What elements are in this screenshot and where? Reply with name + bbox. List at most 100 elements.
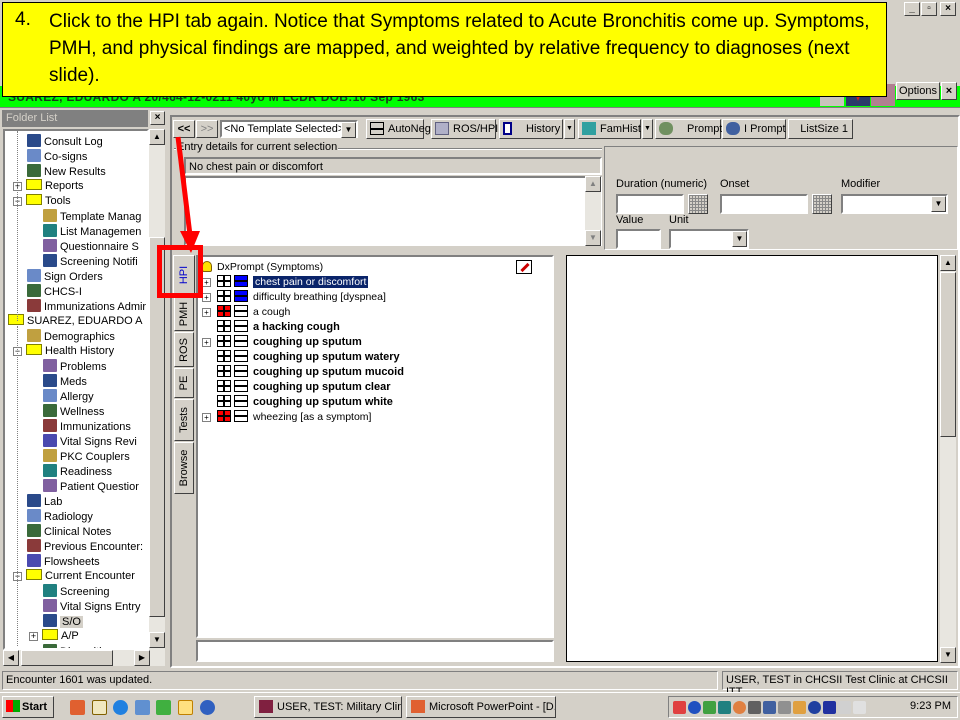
positive-finding-toggle[interactable] bbox=[217, 410, 231, 422]
folder-item-immunizations[interactable]: Immunizations bbox=[43, 419, 131, 434]
ros-hpi-button[interactable]: ROS/HPI bbox=[431, 119, 498, 139]
folder-item-patient-questior[interactable]: Patient Questior bbox=[43, 479, 139, 494]
folder-item-new-results[interactable]: New Results bbox=[27, 164, 106, 179]
dx-symptom-row[interactable]: a hacking cough bbox=[202, 320, 340, 335]
dxprompt-root[interactable]: DxPrompt (Symptoms) bbox=[202, 260, 323, 275]
positive-finding-toggle[interactable] bbox=[217, 320, 231, 332]
start-button[interactable]: Start bbox=[2, 696, 54, 718]
folder-item-current-encounter[interactable]: − Current Encounter bbox=[13, 569, 135, 584]
grid-icon[interactable] bbox=[718, 701, 731, 714]
positive-finding-toggle[interactable] bbox=[217, 395, 231, 407]
close-window-button[interactable]: × bbox=[940, 2, 956, 16]
folder-item-allergy[interactable]: Allergy bbox=[43, 389, 94, 404]
folder-item-co-signs[interactable]: Co-signs bbox=[27, 149, 87, 164]
template-select[interactable]: <No Template Selected> ▼ bbox=[220, 120, 358, 138]
dx-search-input[interactable] bbox=[196, 640, 554, 662]
folder-item-immunizations-admir[interactable]: Immunizations Admir bbox=[27, 299, 146, 314]
outlook-quicklaunch-icon[interactable] bbox=[135, 700, 150, 715]
dx-symptom-row[interactable]: coughing up sputum clear bbox=[202, 380, 391, 395]
internet-explorer-icon[interactable] bbox=[113, 700, 128, 715]
folder-item-problems[interactable]: Problems bbox=[43, 359, 106, 374]
sync-icon[interactable] bbox=[703, 701, 716, 714]
expand-icon[interactable]: + bbox=[202, 338, 211, 347]
onset-input[interactable] bbox=[720, 194, 808, 214]
folder-item-demographics[interactable]: Demographics bbox=[27, 329, 115, 344]
positive-finding-toggle[interactable] bbox=[217, 365, 231, 377]
negative-finding-toggle[interactable] bbox=[234, 335, 248, 347]
positive-finding-toggle[interactable] bbox=[217, 380, 231, 392]
folder-horizontal-scrollbar[interactable]: ◀ ▶ bbox=[3, 650, 165, 666]
expand-icon[interactable]: + bbox=[202, 413, 211, 422]
edit-pencil-icon[interactable] bbox=[516, 260, 532, 274]
scroll-right-button[interactable]: ▶ bbox=[134, 650, 150, 666]
folder-item-chcs-i[interactable]: CHCS-I bbox=[27, 284, 82, 299]
folder-item-a-p[interactable]: + A/P bbox=[29, 629, 79, 644]
dxprompt-tree[interactable]: DxPrompt (Symptoms) + chest pain or disco… bbox=[196, 255, 554, 638]
scroll-up-button[interactable]: ▲ bbox=[940, 255, 956, 271]
hscroll-thumb[interactable] bbox=[21, 650, 113, 666]
scroll-down-button[interactable]: ▼ bbox=[149, 632, 165, 648]
famhist-dropdown[interactable]: ▼ bbox=[642, 119, 653, 139]
folder-tree[interactable]: Consult Log Co-signs New Results + Reports − T… bbox=[3, 129, 149, 650]
entry-memo-field[interactable] bbox=[184, 176, 602, 246]
positive-finding-toggle[interactable] bbox=[217, 290, 231, 302]
collapse-icon[interactable]: − bbox=[3, 317, 4, 326]
options-button[interactable]: Options bbox=[896, 82, 940, 100]
dx-symptom-row[interactable]: coughing up sputum white bbox=[202, 395, 393, 410]
negative-finding-toggle[interactable] bbox=[234, 410, 248, 422]
folder-item-radiology[interactable]: Radiology bbox=[27, 509, 93, 524]
memo-scroll-up[interactable]: ▲ bbox=[585, 176, 601, 192]
folder-item-meds[interactable]: Meds bbox=[43, 374, 87, 389]
autoneg-button[interactable]: AutoNeg bbox=[366, 119, 431, 139]
expand-icon[interactable]: + bbox=[202, 278, 211, 287]
memo-scrollbar[interactable]: ▲ ▼ bbox=[585, 176, 601, 246]
folder-item-clinical-notes[interactable]: Clinical Notes bbox=[27, 524, 111, 539]
banner-close-button[interactable]: × bbox=[941, 82, 957, 100]
dx-symptom-row[interactable]: coughing up sputum watery bbox=[202, 350, 400, 365]
negative-finding-toggle[interactable] bbox=[234, 290, 248, 302]
disconnected-network-icon[interactable] bbox=[763, 701, 776, 714]
app-tray-icon[interactable] bbox=[808, 701, 821, 714]
chevron-down-icon[interactable]: ▼ bbox=[341, 122, 356, 138]
folder-item-tools[interactable]: − Tools bbox=[13, 194, 71, 209]
negative-finding-toggle[interactable] bbox=[234, 275, 248, 287]
positive-finding-toggle[interactable] bbox=[217, 350, 231, 362]
folder-item-screening[interactable]: Screening bbox=[43, 584, 110, 599]
modifier-select[interactable]: ▼ bbox=[841, 194, 948, 214]
dx-symptom-row[interactable]: coughing up sputum mucoid bbox=[202, 365, 404, 380]
antivirus-shield-icon[interactable] bbox=[823, 701, 836, 714]
history-dropdown[interactable]: ▼ bbox=[564, 119, 575, 139]
value-input[interactable] bbox=[616, 229, 661, 249]
i-prompt-button[interactable]: I Prompt bbox=[722, 119, 786, 139]
expand-icon[interactable]: + bbox=[202, 308, 211, 317]
calendar-grid-icon[interactable] bbox=[812, 194, 832, 214]
dx-symptom-row[interactable]: + coughing up sputum bbox=[202, 335, 362, 350]
folder-item-questionnaire-s[interactable]: Questionnaire S bbox=[43, 239, 139, 254]
task-chcs-window[interactable]: USER, TEST: Military Clini... bbox=[254, 696, 402, 718]
dx-symptom-row[interactable]: + chest pain or discomfort bbox=[202, 275, 370, 290]
folder-item-pkc-couplers[interactable]: PKC Couplers bbox=[43, 449, 130, 464]
right-panel-scrollbar[interactable]: ▲ ▼ bbox=[940, 255, 956, 663]
expand-icon[interactable]: + bbox=[202, 293, 211, 302]
clock-quicklaunch-icon[interactable] bbox=[178, 700, 193, 715]
folder-item-vital-signs-revi[interactable]: Vital Signs Revi bbox=[43, 434, 137, 449]
diagnosis-results-panel[interactable] bbox=[566, 255, 938, 662]
folder-item-lab[interactable]: Lab bbox=[27, 494, 62, 509]
minimize-button[interactable]: _ bbox=[904, 2, 920, 16]
memo-scroll-down[interactable]: ▼ bbox=[585, 230, 601, 246]
expand-icon[interactable]: + bbox=[29, 632, 38, 641]
folder-item-consult-log[interactable]: Consult Log bbox=[27, 134, 103, 149]
folder-item-s-o[interactable]: S/O bbox=[43, 614, 83, 629]
folder-item-list-managemen[interactable]: List Managemen bbox=[43, 224, 141, 239]
dx-symptom-row[interactable]: + wheezing [as a symptom] bbox=[202, 410, 371, 425]
monitor-icon[interactable] bbox=[778, 701, 791, 714]
positive-finding-toggle[interactable] bbox=[217, 275, 231, 287]
chevron-down-icon[interactable]: ▼ bbox=[732, 231, 747, 247]
negative-finding-toggle[interactable] bbox=[234, 350, 248, 362]
entry-text-field[interactable]: No chest pain or discomfort bbox=[184, 157, 602, 175]
folder-item-health-history[interactable]: − Health History bbox=[13, 344, 114, 359]
display-icon[interactable] bbox=[793, 701, 806, 714]
powerpoint-quicklaunch-icon[interactable] bbox=[70, 700, 85, 715]
folder-item-readiness[interactable]: Readiness bbox=[43, 464, 112, 479]
scroll-down-button[interactable]: ▼ bbox=[940, 647, 956, 663]
